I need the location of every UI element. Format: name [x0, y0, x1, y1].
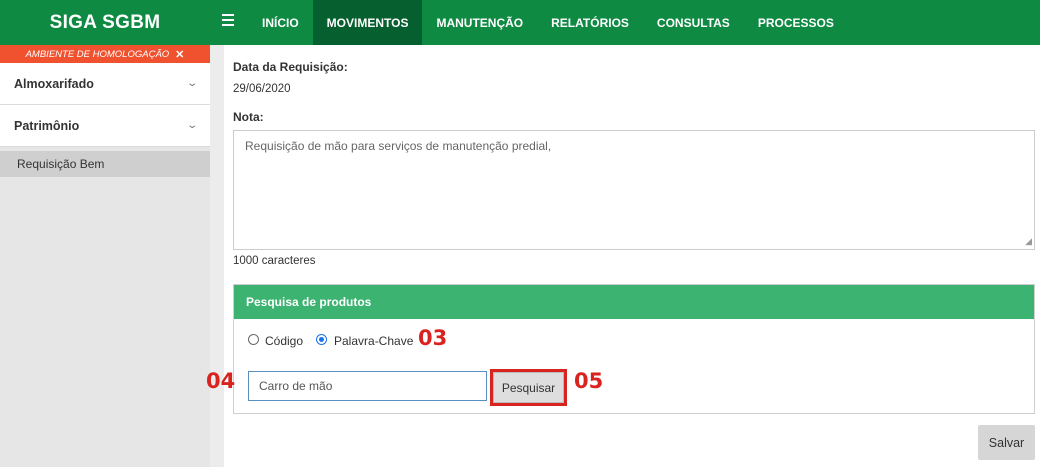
- menu-item-consultas[interactable]: CONSULTAS: [643, 0, 744, 45]
- note-textarea[interactable]: Requisição de mão para serviços de manut…: [233, 130, 1035, 250]
- main-menu: INÍCIO MOVIMENTOS MANUTENÇÃO RELATÓRIOS …: [248, 0, 848, 45]
- sidebar-item-label: Patrimônio: [14, 118, 80, 133]
- resize-grip-icon[interactable]: ◢: [1025, 236, 1032, 247]
- radio-palavra-chave-label[interactable]: Palavra-Chave: [334, 334, 413, 348]
- radio-codigo[interactable]: [248, 334, 259, 345]
- tools-icon: ✕: [175, 48, 185, 61]
- annotation-05: 05: [574, 369, 604, 393]
- radio-codigo-label[interactable]: Código: [265, 334, 303, 348]
- chevron-down-icon: ⌄: [185, 78, 198, 89]
- sidebar-subitem-requisicao-bem[interactable]: Requisição Bem: [0, 151, 210, 177]
- main-content: Data da Requisição: 29/06/2020 Nota: Req…: [206, 45, 1040, 467]
- menu-item-movimentos[interactable]: MOVIMENTOS: [312, 0, 423, 45]
- search-button[interactable]: Pesquisar: [490, 369, 567, 406]
- date-value: 29/06/2020: [233, 83, 291, 95]
- note-text: Requisição de mão para serviços de manut…: [245, 139, 552, 153]
- menu-item-processos[interactable]: PROCESSOS: [744, 0, 848, 45]
- sidebar-item-label: Almoxarifado: [14, 76, 94, 91]
- radio-palavra-chave[interactable]: [316, 334, 327, 345]
- char-count: 1000 caracteres: [233, 255, 316, 267]
- search-input-value: Carro de mão: [259, 379, 333, 393]
- sidebar: AMBIENTE DE HOMOLOGAÇÃO ✕ Almoxarifado ⌄…: [0, 45, 210, 467]
- save-button[interactable]: Salvar: [978, 425, 1035, 460]
- search-input[interactable]: Carro de mão: [248, 371, 487, 401]
- product-search-panel: Pesquisa de produtos Código Palavra-Chav…: [233, 284, 1035, 414]
- panel-title: Pesquisa de produtos: [234, 285, 1034, 319]
- menu-item-manutencao[interactable]: MANUTENÇÃO: [422, 0, 537, 45]
- hamburger-menu-icon[interactable]: [222, 14, 234, 26]
- chevron-down-icon: ⌄: [185, 120, 198, 131]
- annotation-04: 04: [206, 369, 236, 393]
- environment-banner: AMBIENTE DE HOMOLOGAÇÃO ✕: [0, 45, 210, 63]
- date-label: Data da Requisição:: [233, 60, 348, 74]
- app-brand[interactable]: SIGA SGBM: [0, 0, 210, 45]
- menu-item-relatorios[interactable]: RELATÓRIOS: [537, 0, 643, 45]
- sidebar-item-patrimonio[interactable]: Patrimônio ⌄: [0, 105, 210, 147]
- sidebar-item-almoxarifado[interactable]: Almoxarifado ⌄: [0, 63, 210, 105]
- annotation-03: 03: [418, 326, 448, 350]
- note-label: Nota:: [233, 110, 264, 124]
- menu-item-inicio[interactable]: INÍCIO: [248, 0, 313, 45]
- search-button-label: Pesquisar: [493, 372, 564, 403]
- environment-banner-label: AMBIENTE DE HOMOLOGAÇÃO: [25, 48, 170, 60]
- top-navbar: SIGA SGBM INÍCIO MOVIMENTOS MANUTENÇÃO R…: [0, 0, 1040, 45]
